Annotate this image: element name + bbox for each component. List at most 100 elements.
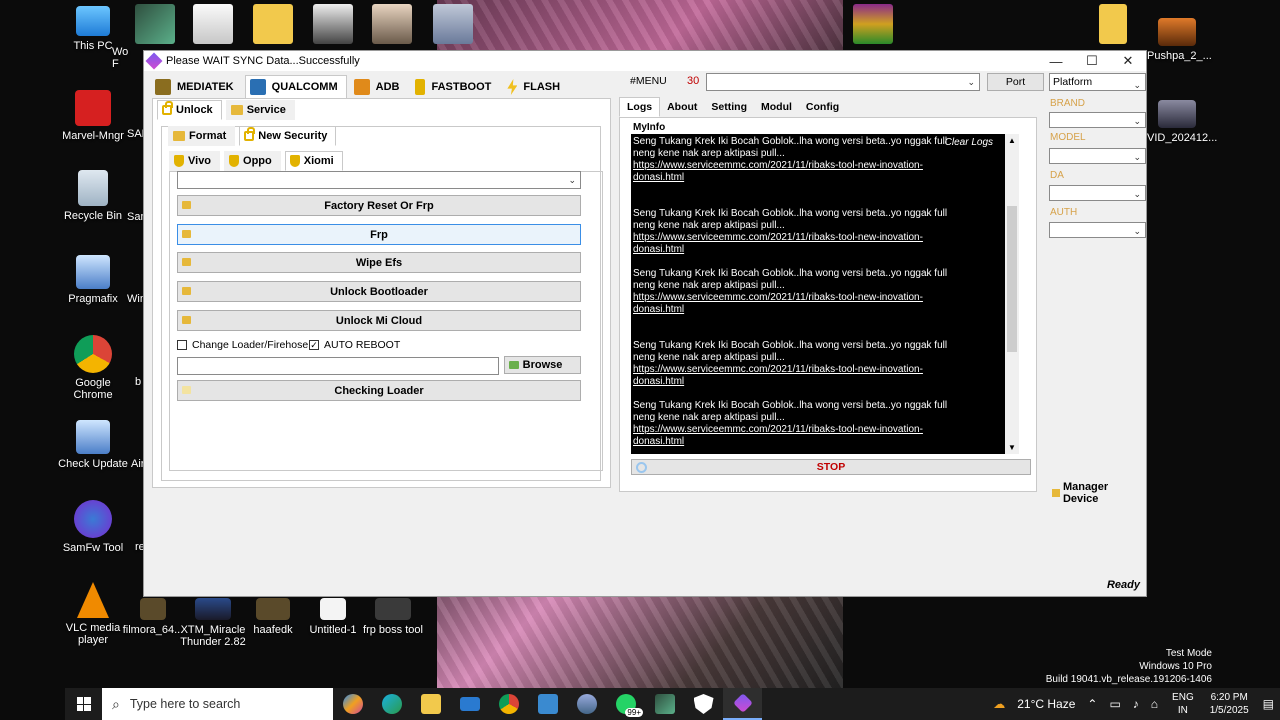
tab-setting[interactable]: Setting [704, 97, 754, 117]
desktop-icon-samfw[interactable]: SamFw Tool [58, 500, 128, 554]
da-select[interactable]: ⌄ [1049, 185, 1146, 201]
factory-reset-frp-button[interactable]: Factory Reset Or Frp [177, 195, 581, 216]
desktop-top-icon[interactable] [135, 4, 175, 44]
close-button[interactable]: ✕ [1110, 51, 1146, 71]
tab-adb[interactable]: ADB [348, 75, 409, 99]
taskbar-search[interactable]: ⌕ Type here to search [102, 688, 333, 720]
donation-link[interactable]: https://www.serviceemmc.com/2021/11/riba… [633, 160, 973, 184]
desktop-top-icon[interactable] [372, 4, 412, 44]
browse-button[interactable]: Browse [504, 356, 581, 374]
desktop-icon-check-update[interactable]: Check Update [58, 420, 128, 470]
manager-device-link[interactable]: Manager Device [1052, 481, 1146, 505]
donation-link[interactable]: https://www.serviceemmc.com/2021/11/riba… [633, 232, 973, 256]
taskbar-whatsapp[interactable]: 99+ [606, 688, 645, 720]
donation-link[interactable]: https://www.serviceemmc.com/2021/11/riba… [633, 364, 973, 388]
desktop-icon-partial[interactable]: Win [127, 293, 146, 305]
donation-link[interactable]: https://www.serviceemmc.com/2021/11/riba… [633, 292, 973, 316]
loader-path-input[interactable] [177, 357, 499, 375]
language-indicator[interactable]: ENG IN [1172, 691, 1194, 717]
taskbar-mail[interactable] [450, 688, 489, 720]
notification-icon[interactable]: ▤ [1263, 697, 1274, 711]
maximize-button[interactable]: ☐ [1074, 51, 1110, 71]
clock[interactable]: 6:20 PM 1/5/2025 [1210, 691, 1249, 717]
tab-logs[interactable]: Logs [619, 97, 661, 117]
scroll-down-icon[interactable]: ▼ [1008, 443, 1016, 452]
unlock-bootloader-button[interactable]: Unlock Bootloader [177, 281, 581, 302]
desktop-icon-partial[interactable]: re [135, 541, 145, 553]
change-loader-checkbox[interactable] [177, 340, 187, 350]
winrar-icon[interactable] [853, 4, 893, 44]
taskbar-tool-active[interactable] [723, 688, 762, 720]
desktop-icon-partial[interactable]: Wo F [112, 46, 142, 70]
folder-icon[interactable] [253, 4, 293, 44]
model-select[interactable]: ⌄ [1049, 148, 1146, 164]
taskbar-chrome[interactable] [489, 688, 528, 720]
desktop-top-icon[interactable] [313, 4, 353, 44]
tab-modul[interactable]: Modul [754, 97, 799, 117]
tab-mediatek[interactable]: MEDIATEK [150, 75, 243, 99]
desktop-icon-partial[interactable]: Air [131, 458, 144, 470]
tab-new-security[interactable]: New Security [239, 126, 337, 146]
device-select[interactable]: ⌄ [177, 171, 581, 189]
tab-fastboot[interactable]: FASTBOOT [410, 75, 501, 99]
tab-oppo[interactable]: Oppo [224, 151, 281, 171]
frp-button[interactable]: Frp [177, 224, 581, 245]
taskbar-app[interactable] [528, 688, 567, 720]
desktop-top-icon[interactable] [433, 4, 473, 44]
folder-icon[interactable] [1099, 4, 1127, 44]
desktop-top-icon[interactable] [193, 4, 233, 44]
wipe-efs-button[interactable]: Wipe Efs [177, 252, 581, 273]
weather-text[interactable]: 21°C Haze [1017, 697, 1075, 711]
scroll-thumb[interactable] [1007, 206, 1017, 352]
tab-flash[interactable]: FLASH [502, 75, 570, 99]
desktop-icon-marvel[interactable]: Marvel-Mngr [58, 90, 128, 142]
chevron-up-icon[interactable]: ⌃ [1087, 697, 1097, 711]
desktop-icon-partial[interactable]: Sam [127, 211, 150, 223]
auth-select[interactable]: ⌄ [1049, 222, 1146, 238]
tab-config[interactable]: Config [799, 97, 846, 117]
stop-button[interactable]: STOP [631, 459, 1031, 475]
tab-service[interactable]: Service [225, 100, 295, 120]
change-loader-option[interactable]: Change Loader/Firehose [177, 339, 308, 351]
desktop-icon-partial[interactable]: b [135, 376, 143, 388]
taskbar-app[interactable] [645, 688, 684, 720]
tab-qualcomm[interactable]: QUALCOMM [244, 75, 347, 99]
tab-unlock[interactable]: Unlock [157, 100, 222, 120]
tab-vivo[interactable]: Vivo [169, 151, 221, 171]
checking-loader-button[interactable]: Checking Loader [177, 380, 581, 401]
tab-xiomi[interactable]: Xiomi [284, 151, 343, 171]
start-button[interactable] [65, 688, 102, 720]
auto-reboot-option[interactable]: ✓ AUTO REBOOT [309, 339, 400, 351]
taskbar-explorer[interactable] [411, 688, 450, 720]
qualcomm-panel: Unlock Service Format New Security Vivo … [152, 98, 611, 488]
desktop-icon-partial[interactable]: SAM [127, 128, 151, 140]
desktop-icon-pragmafix[interactable]: Pragmafix [58, 255, 128, 305]
desktop-icon-vid[interactable]: VID_202412... [1147, 100, 1217, 144]
platform-select[interactable]: Platform ⌄ [1049, 73, 1146, 91]
menu-select[interactable]: ⌄ [706, 73, 980, 91]
log-scrollbar[interactable]: ▲ ▼ [1005, 134, 1019, 454]
desktop-icon-chrome[interactable]: Google Chrome [58, 335, 128, 401]
port-button[interactable]: Port [987, 73, 1044, 91]
network-icon[interactable]: ⌂ [1151, 697, 1158, 711]
desktop-icon-frp-boss[interactable]: frp boss tool [358, 598, 428, 636]
volume-icon[interactable]: ♪ [1133, 697, 1139, 711]
taskbar-security[interactable] [684, 688, 723, 720]
auto-reboot-checkbox[interactable]: ✓ [309, 340, 319, 350]
taskbar-app[interactable] [567, 688, 606, 720]
desktop-icon-pushpa[interactable]: Pushpa_2_... [1147, 18, 1212, 62]
battery-icon[interactable]: ▭ [1109, 697, 1120, 711]
tab-about[interactable]: About [660, 97, 704, 117]
scroll-up-icon[interactable]: ▲ [1008, 136, 1016, 145]
desktop-icon-recycle-bin[interactable]: Recycle Bin [58, 170, 128, 222]
tab-format[interactable]: Format [168, 126, 236, 146]
title-bar[interactable]: Please WAIT SYNC Data...Successfully — ☐… [144, 51, 1146, 71]
unlock-mi-cloud-button[interactable]: Unlock Mi Cloud [177, 310, 581, 331]
donation-link[interactable]: https://www.serviceemmc.com/2021/11/riba… [633, 424, 973, 448]
log-output[interactable]: Clear Logs Seng Tukang Krek Iki Bocah Go… [631, 134, 1019, 454]
minimize-button[interactable]: — [1038, 51, 1074, 71]
weather-icon[interactable]: ☁ [993, 697, 1005, 711]
brand-select[interactable]: ⌄ [1049, 112, 1146, 128]
taskbar-edge[interactable] [372, 688, 411, 720]
taskbar-copilot[interactable] [333, 688, 372, 720]
